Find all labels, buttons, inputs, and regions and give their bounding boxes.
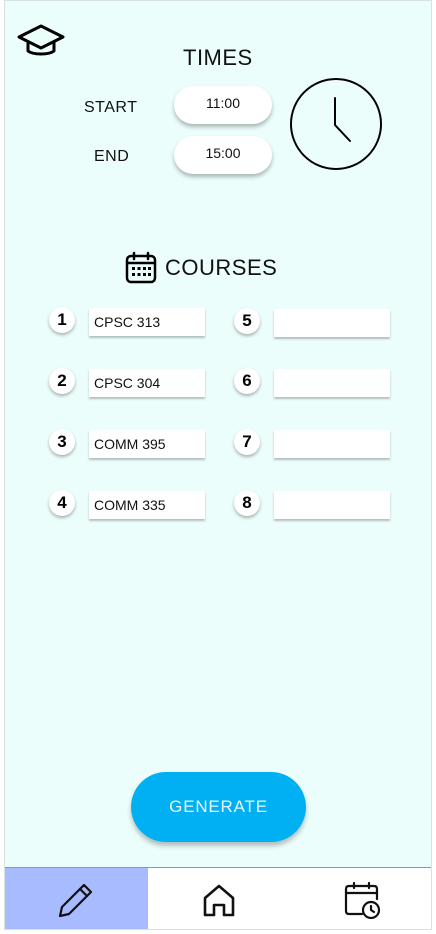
courses-title: COURSES — [165, 255, 278, 280]
generate-button[interactable]: GENERATE — [131, 772, 306, 842]
nav-item-schedule[interactable] — [290, 868, 431, 929]
course-number-badge: 8 — [234, 490, 260, 516]
times-title: TIMES — [183, 45, 253, 70]
course-input-1[interactable]: CPSC 313 — [89, 308, 205, 336]
course-input-2[interactable]: CPSC 304 — [89, 369, 205, 397]
course-number-badge: 6 — [234, 368, 260, 394]
calendar-icon — [125, 251, 157, 285]
course-input-4[interactable]: COMM 335 — [89, 491, 205, 519]
course-slot-8: 8 — [234, 490, 390, 519]
course-slot-7: 7 — [234, 429, 390, 458]
course-number-badge: 4 — [49, 490, 75, 516]
course-input-7[interactable] — [274, 430, 390, 458]
course-number-badge: 7 — [234, 429, 260, 455]
course-number-badge: 3 — [49, 429, 75, 455]
pencil-icon — [59, 883, 93, 917]
bottom-nav — [5, 868, 431, 929]
course-slot-3: 3 COMM 395 — [49, 429, 205, 458]
course-number-badge: 1 — [49, 307, 75, 333]
end-label: END — [94, 148, 130, 165]
course-input-3[interactable]: COMM 395 — [89, 430, 205, 458]
course-slot-1: 1 CPSC 313 — [49, 307, 205, 336]
calendar-clock-icon — [344, 881, 380, 919]
course-number-badge: 5 — [234, 308, 260, 334]
courses-header: COURSES — [125, 251, 277, 285]
app-screen: TIMES START END 11:00 15:00 COURSES 1 CP… — [4, 0, 432, 930]
course-input-6[interactable] — [274, 369, 390, 397]
course-input-5[interactable] — [274, 309, 390, 337]
course-slot-4: 4 COMM 335 — [49, 490, 205, 519]
course-input-8[interactable] — [274, 491, 390, 519]
nav-item-home[interactable] — [148, 868, 291, 929]
home-icon — [203, 884, 235, 916]
course-slot-5: 5 — [234, 308, 390, 337]
start-time-input[interactable]: 11:00 — [174, 86, 272, 124]
course-slot-6: 6 — [234, 368, 390, 397]
end-time-input[interactable]: 15:00 — [174, 136, 272, 174]
course-slot-2: 2 CPSC 304 — [49, 368, 205, 397]
start-label: START — [84, 99, 138, 116]
clock-icon — [289, 77, 383, 171]
nav-item-edit[interactable] — [5, 868, 148, 929]
course-number-badge: 2 — [49, 368, 75, 394]
